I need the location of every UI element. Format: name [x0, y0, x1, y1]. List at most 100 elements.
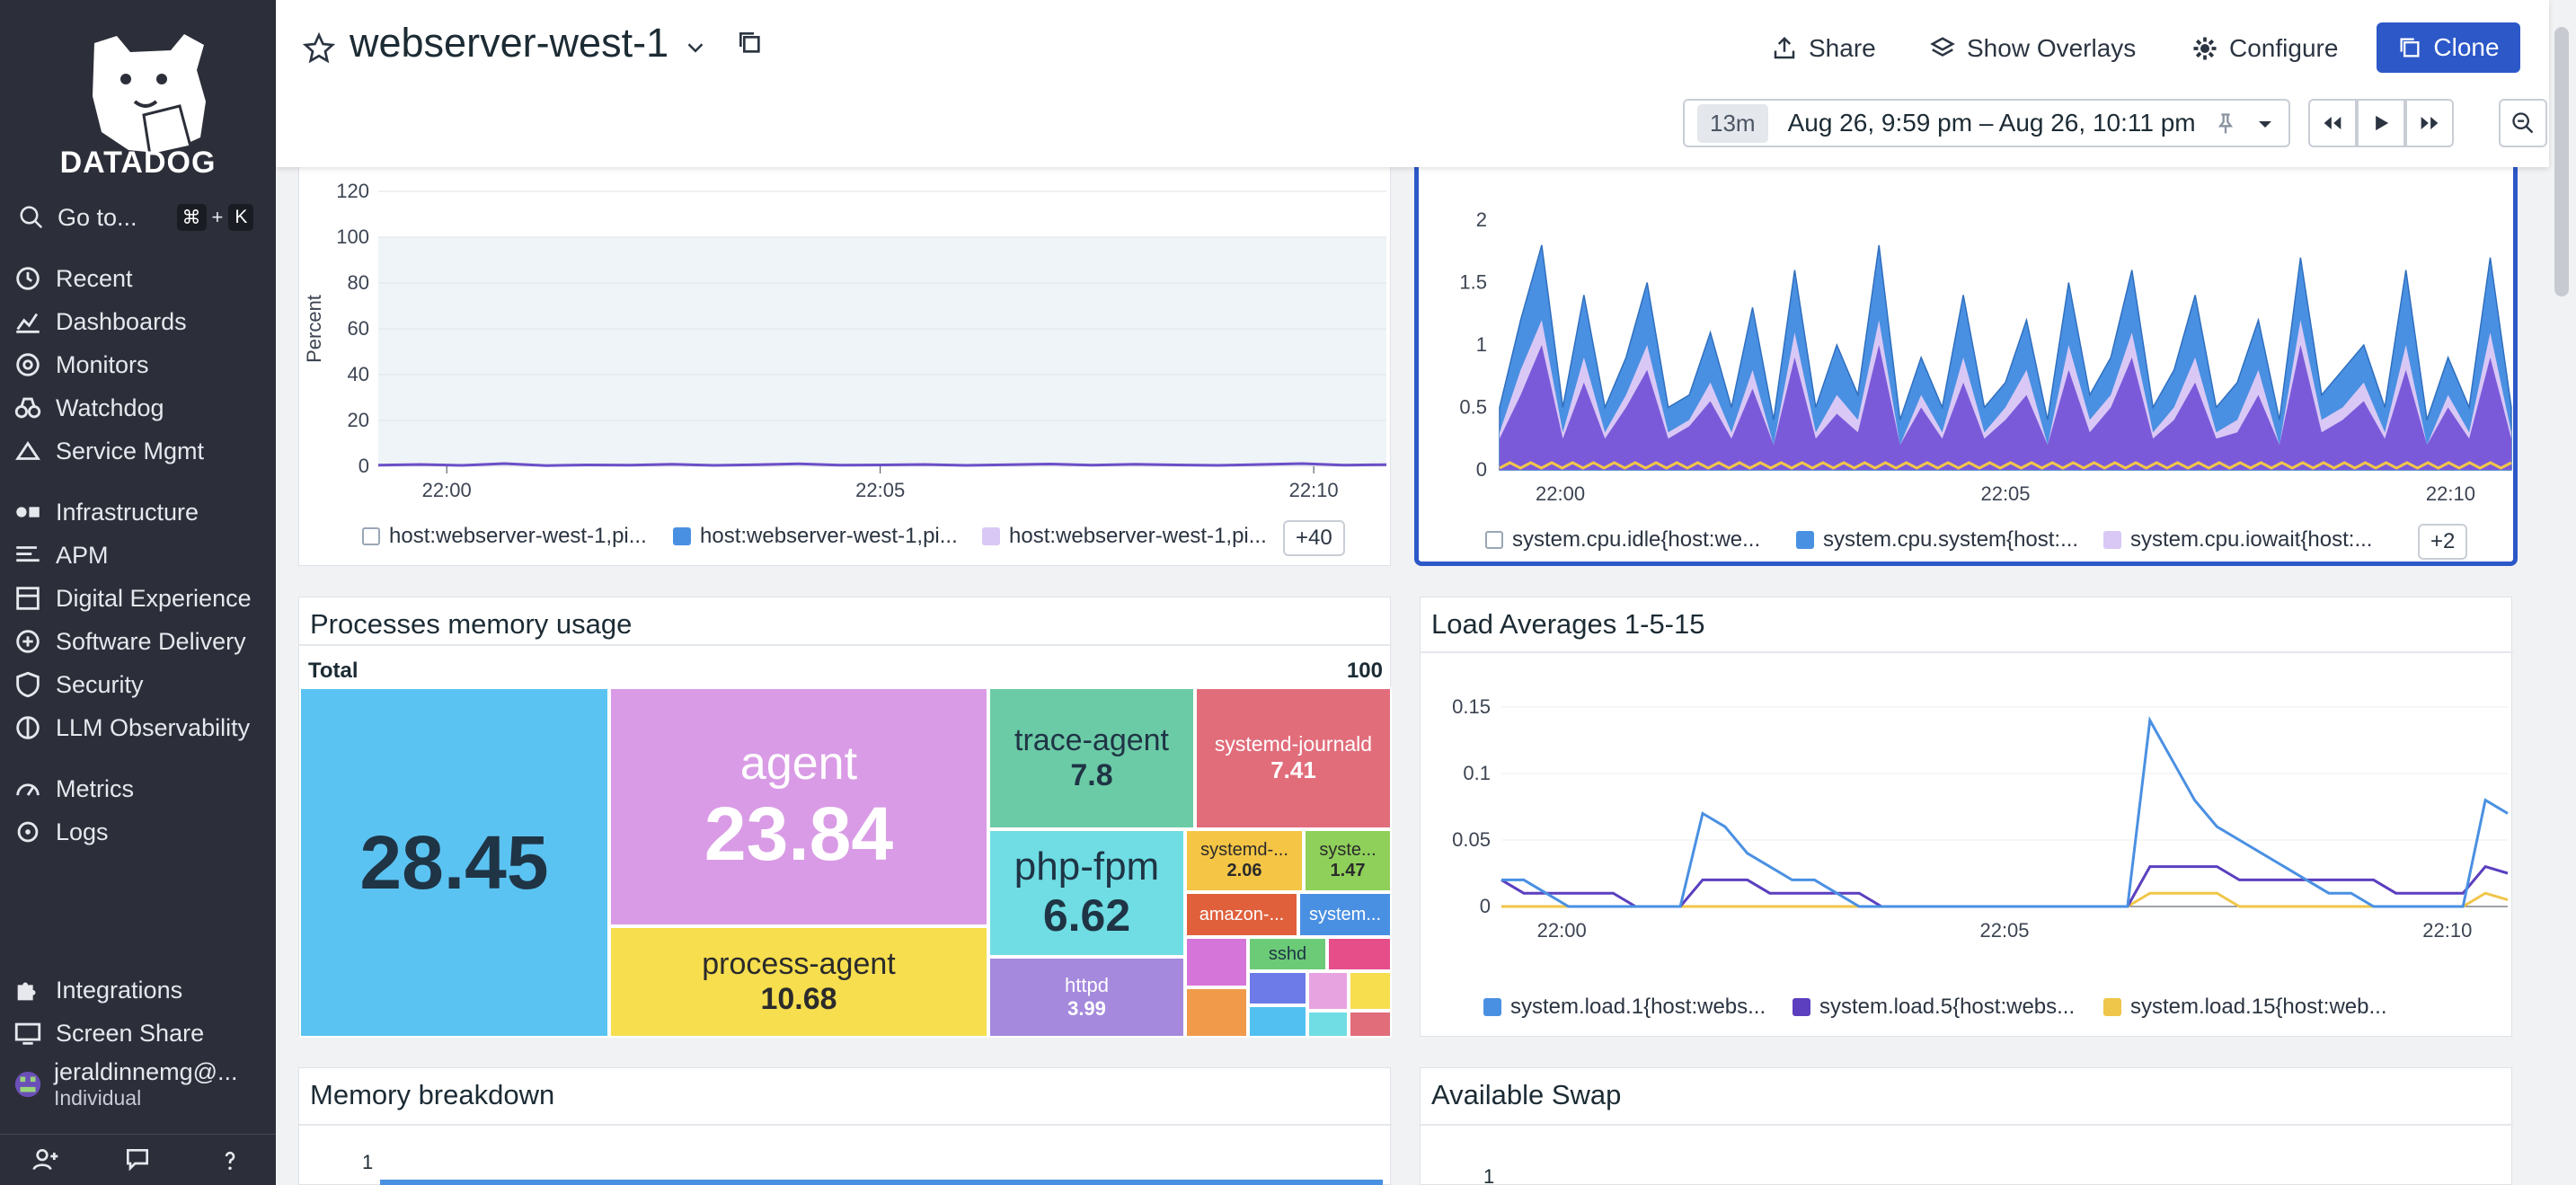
legend-item[interactable]: system.cpu.iowait{host:... [2103, 527, 2372, 553]
x-tick-label: 22:05 [1979, 919, 2029, 942]
sidebar-item-label: Service Mgmt [56, 437, 205, 464]
goto-search[interactable]: Go to... ⌘ + K [18, 201, 261, 234]
dashboard-header: webserver-west-1 Share Show Overlays Con… [276, 0, 2549, 167]
dashboard-icon [16, 313, 40, 333]
chat-icon[interactable] [123, 1145, 152, 1174]
treemap-tile[interactable]: systemd-... 2.06 [1185, 829, 1304, 892]
memory-breakdown-widget[interactable]: Memory breakdown 1 [298, 1067, 1392, 1185]
goto-label: Go to... [58, 203, 137, 231]
sidebar-item-logs[interactable]: Logs [13, 812, 269, 852]
sidebar-item-software-delivery[interactable]: Software Delivery [13, 622, 269, 661]
sidebar-item-monitors[interactable]: Monitors [13, 345, 269, 385]
cpu-usage-widget[interactable]: 0 0.5 1 1.5 2 22:00 22:05 22:10 system.cpu.idle… [1414, 135, 2518, 566]
history-icon [16, 267, 40, 290]
cpu-usage-chart[interactable]: 0 0.5 1 1.5 2 22:00 22:05 22:10 [1419, 139, 2513, 517]
sidebar-item-screen-share[interactable]: Screen Share [13, 1013, 269, 1053]
treemap-tile[interactable]: syste... 1.47 [1304, 829, 1392, 892]
treemap-tile[interactable] [1349, 971, 1392, 1011]
treemap-tile[interactable]: sshd [1248, 937, 1327, 971]
x-tick-label: 22:00 [1536, 482, 1585, 505]
sidebar-item-infrastructure[interactable]: Infrastructure [13, 492, 269, 532]
invite-user-icon[interactable] [31, 1145, 60, 1174]
apm-icon [16, 546, 40, 562]
zoom-out-button[interactable] [2499, 99, 2547, 147]
show-overlays-button[interactable]: Show Overlays [1929, 27, 2136, 70]
sidebar-item-watchdog[interactable]: Watchdog [13, 388, 269, 428]
configure-button[interactable]: Configure [2191, 27, 2338, 70]
treemap-tile[interactable] [1327, 937, 1392, 971]
y-axis-label: Percent [303, 295, 325, 363]
pin-icon[interactable] [2213, 111, 2238, 137]
treemap-tile[interactable] [1307, 971, 1349, 1011]
cpu-percent-widget[interactable]: 0 20 40 60 80 100 120 Percent 22:00 22:05 22:10 ho… [298, 135, 1391, 566]
share-icon [1774, 36, 1795, 59]
sidebar-item-metrics[interactable]: Metrics [13, 769, 269, 809]
legend-item[interactable]: system.load.5{host:webs... [1793, 995, 2075, 1020]
y-tick-label: 20 [348, 409, 369, 431]
caret-down-icon[interactable] [2254, 113, 2276, 135]
x-tick-label: 22:10 [2422, 919, 2472, 942]
x-tick-label: 22:10 [2426, 482, 2475, 505]
cpu-percent-chart[interactable]: 0 20 40 60 80 100 120 Percent 22:00 22:05 22:10 [299, 136, 1392, 513]
sidebar-item-integrations[interactable]: Integrations [13, 970, 269, 1010]
user-menu[interactable]: jeraldinnemg@... Individual [13, 1053, 269, 1116]
treemap-tile[interactable]: process-agent 10.68 [609, 926, 988, 1038]
legend-item[interactable]: host:webserver-west-1,pi... [673, 524, 958, 549]
treemap-tile[interactable]: trace-agent 7.8 [988, 687, 1195, 829]
treemap-tile[interactable] [1185, 937, 1248, 987]
sidebar-item-digital-experience[interactable]: Digital Experience [13, 579, 269, 618]
legend-item[interactable]: system.load.1{host:webs... [1483, 995, 1766, 1020]
legend-more-button[interactable]: +40 [1283, 520, 1345, 556]
legend-item[interactable]: host:webserver-west-1,pi... [982, 524, 1267, 549]
chevron-down-icon[interactable] [682, 34, 709, 61]
page-scrollbar[interactable] [2554, 27, 2569, 296]
available-swap-widget[interactable]: Available Swap 1 [1420, 1067, 2513, 1185]
processes-memory-widget[interactable]: Processes memory usage Total 100 28.45 a… [298, 597, 1392, 1038]
x-tick-label: 22:05 [1980, 482, 2030, 505]
treemap-tile[interactable] [1307, 1011, 1349, 1038]
treemap-tile[interactable]: php-fpm 6.62 [988, 829, 1185, 957]
treemap-tile[interactable]: httpd 3.99 [988, 957, 1185, 1038]
legend-item[interactable]: system.cpu.system{host:... [1796, 527, 2078, 553]
legend-item[interactable]: system.cpu.idle{host:we... [1485, 527, 1760, 553]
fast-forward-button[interactable] [2405, 99, 2454, 147]
sidebar-item-label: Watchdog [56, 394, 164, 421]
digital-experience-icon [16, 587, 40, 610]
brand-name: DATADOG [59, 146, 217, 180]
treemap-tile[interactable]: agent 23.84 [609, 687, 988, 926]
treemap-tile[interactable]: 28.45 [299, 687, 609, 1038]
time-range-picker[interactable]: 13m Aug 26, 9:59 pm – Aug 26, 10:11 pm [1683, 99, 2290, 147]
treemap-tile[interactable]: systemd-journald 7.41 [1195, 687, 1392, 829]
share-button[interactable]: Share [1771, 27, 1876, 70]
sidebar-item-recent[interactable]: Recent [13, 259, 269, 298]
treemap-tile[interactable] [1185, 987, 1248, 1038]
load-averages-chart[interactable]: 0 0.05 0.1 0.15 22:00 22:05 22:10 [1421, 653, 2513, 986]
clone-button[interactable]: Clone [2377, 22, 2520, 73]
treemap-tile[interactable]: system... [1298, 892, 1392, 937]
sidebar-item-security[interactable]: Security [13, 665, 269, 704]
treemap-tile[interactable] [1248, 1005, 1307, 1038]
kbd-k: K [228, 204, 254, 231]
play-button[interactable] [2357, 99, 2405, 147]
sidebar-item-llm-observability[interactable]: LLM Observability [13, 708, 269, 747]
kbd-plus: + [211, 206, 224, 228]
copy-icon[interactable] [736, 29, 765, 57]
star-icon[interactable] [301, 31, 337, 66]
screen-share-icon [14, 1022, 41, 1045]
treemap-tile[interactable] [1248, 971, 1307, 1005]
rewind-button[interactable] [2308, 99, 2357, 147]
sidebar-item-dashboards[interactable]: Dashboards [13, 302, 269, 341]
sidebar-item-label: Software Delivery [56, 627, 246, 655]
sidebar-item-apm[interactable]: APM [13, 535, 269, 575]
legend-item[interactable]: host:webserver-west-1,pi... [362, 524, 647, 549]
help-icon[interactable] [216, 1145, 244, 1174]
y-tick-label: 0.15 [1452, 695, 1491, 718]
treemap-tile[interactable] [1349, 1011, 1392, 1038]
legend-item[interactable]: system.load.15{host:web... [2103, 995, 2387, 1020]
puzzle-icon [17, 982, 36, 1001]
kbd-cmd: ⌘ [176, 204, 207, 231]
sidebar-item-service-mgmt[interactable]: Service Mgmt [13, 431, 269, 471]
treemap-tile[interactable]: amazon-... [1185, 892, 1298, 937]
load-averages-widget[interactable]: Load Averages 1-5-15 0 0.05 0.1 0.15 22:00 22… [1420, 597, 2513, 1037]
legend-more-button[interactable]: +2 [2418, 524, 2468, 560]
